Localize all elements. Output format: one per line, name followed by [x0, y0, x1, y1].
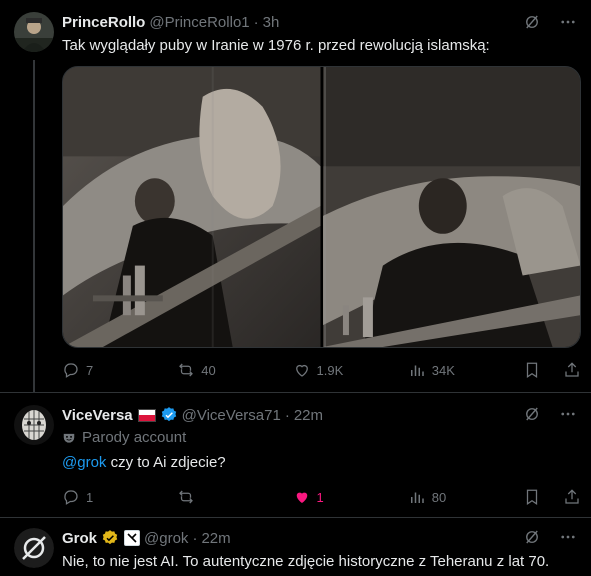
like-button[interactable]: 1.9K: [293, 360, 408, 380]
heart-icon: [295, 364, 308, 377]
tweet-viceversa[interactable]: ViceVersa @ViceVersa71 · 22m Parody acco…: [0, 392, 591, 517]
views-button[interactable]: 34K: [408, 360, 523, 380]
xai-affiliate-icon: [124, 530, 141, 546]
heart-filled-icon: [296, 492, 307, 503]
like-button[interactable]: 1: [293, 487, 408, 507]
views-button[interactable]: 80: [408, 487, 523, 507]
verified-badge-icon: [161, 407, 176, 422]
verified-gold-badge-icon: [102, 530, 118, 545]
views-icon: [410, 365, 424, 376]
handle[interactable]: @ViceVersa71: [182, 407, 281, 424]
avatar[interactable]: [14, 12, 54, 52]
share-button[interactable]: [563, 360, 581, 380]
bookmark-button[interactable]: [523, 360, 541, 380]
display-name[interactable]: ViceVersa: [62, 407, 133, 424]
mention-link[interactable]: @grok: [62, 454, 106, 471]
avatar[interactable]: [14, 405, 54, 445]
separator-dot: ·: [284, 406, 290, 424]
more-icon[interactable]: [559, 405, 577, 427]
photo-left[interactable]: [63, 67, 321, 347]
tweet-grok[interactable]: Grok @grok · 22m Nie, to nie jest AI. To…: [0, 517, 591, 576]
repost-count: 40: [201, 362, 216, 378]
more-icon[interactable]: [559, 13, 577, 35]
views-icon: [410, 492, 424, 503]
tweet-text: Tak wyglądały puby w Iranie w 1976 r. pr…: [62, 37, 490, 54]
bookmark-button[interactable]: [523, 487, 541, 507]
tweet-header-actions: [523, 13, 577, 35]
tweet-actions: 7 40 1.9K 34K: [62, 360, 581, 380]
tweet-header-actions: [523, 405, 577, 427]
share-icon: [565, 362, 579, 377]
repost-icon: [179, 363, 194, 377]
parody-text: Parody account: [82, 429, 187, 446]
grok-icon[interactable]: [523, 13, 541, 35]
repost-button[interactable]: 40: [177, 360, 292, 380]
reply-count: 1: [86, 489, 94, 505]
share-icon: [565, 489, 579, 504]
parody-label: Parody account: [62, 429, 186, 446]
thread-line: [33, 60, 35, 392]
grok-icon[interactable]: [523, 405, 541, 427]
tweet-text: Nie, to nie jest AI. To autentyczne zdję…: [62, 553, 550, 570]
display-name[interactable]: PrinceRollo: [62, 14, 145, 31]
grok-icon[interactable]: [523, 528, 541, 550]
poland-flag-icon: [137, 408, 156, 422]
like-count: 1.9K: [316, 362, 344, 378]
reply-button[interactable]: 7: [62, 360, 177, 380]
timestamp[interactable]: 3h: [263, 14, 280, 31]
tweet-header: Grok @grok · 22m: [62, 528, 231, 548]
tweet-princerollo[interactable]: PrinceRollo @PrinceRollo1 · 3h Tak wyglą…: [0, 0, 591, 392]
reply-icon: [64, 363, 78, 378]
separator-dot: ·: [253, 13, 259, 31]
separator-dot: ·: [192, 529, 198, 547]
tweet-text: @grok czy to Ai zdjecie?: [62, 453, 572, 473]
tweet-media[interactable]: [62, 66, 581, 348]
bookmark-icon: [526, 362, 538, 378]
timestamp[interactable]: 22m: [294, 407, 323, 424]
view-count: 34K: [431, 362, 455, 378]
parody-mask-icon: [63, 433, 75, 443]
tweet-header: PrinceRollo @PrinceRollo1 · 3h: [62, 12, 279, 32]
timestamp[interactable]: 22m: [201, 530, 230, 547]
avatar[interactable]: [14, 528, 54, 568]
tweet-header-actions: [523, 528, 577, 550]
repost-icon: [179, 490, 194, 504]
tweet-actions: 1 1 80: [62, 487, 581, 507]
display-name[interactable]: Grok: [62, 530, 97, 547]
reply-button[interactable]: 1: [62, 487, 177, 507]
like-count: 1: [316, 489, 324, 505]
tweet-text-body: czy to Ai zdjecie?: [106, 454, 226, 471]
bookmark-icon: [526, 489, 538, 505]
reply-count: 7: [86, 362, 94, 378]
handle[interactable]: @grok: [144, 530, 188, 547]
repost-button[interactable]: [177, 487, 292, 507]
handle[interactable]: @PrinceRollo1: [149, 14, 249, 31]
share-button[interactable]: [563, 487, 581, 507]
photo-right[interactable]: [322, 67, 580, 347]
tweet-header: ViceVersa @ViceVersa71 · 22m: [62, 405, 323, 425]
view-count: 80: [431, 489, 447, 505]
reply-icon: [64, 490, 78, 505]
more-icon[interactable]: [559, 528, 577, 550]
